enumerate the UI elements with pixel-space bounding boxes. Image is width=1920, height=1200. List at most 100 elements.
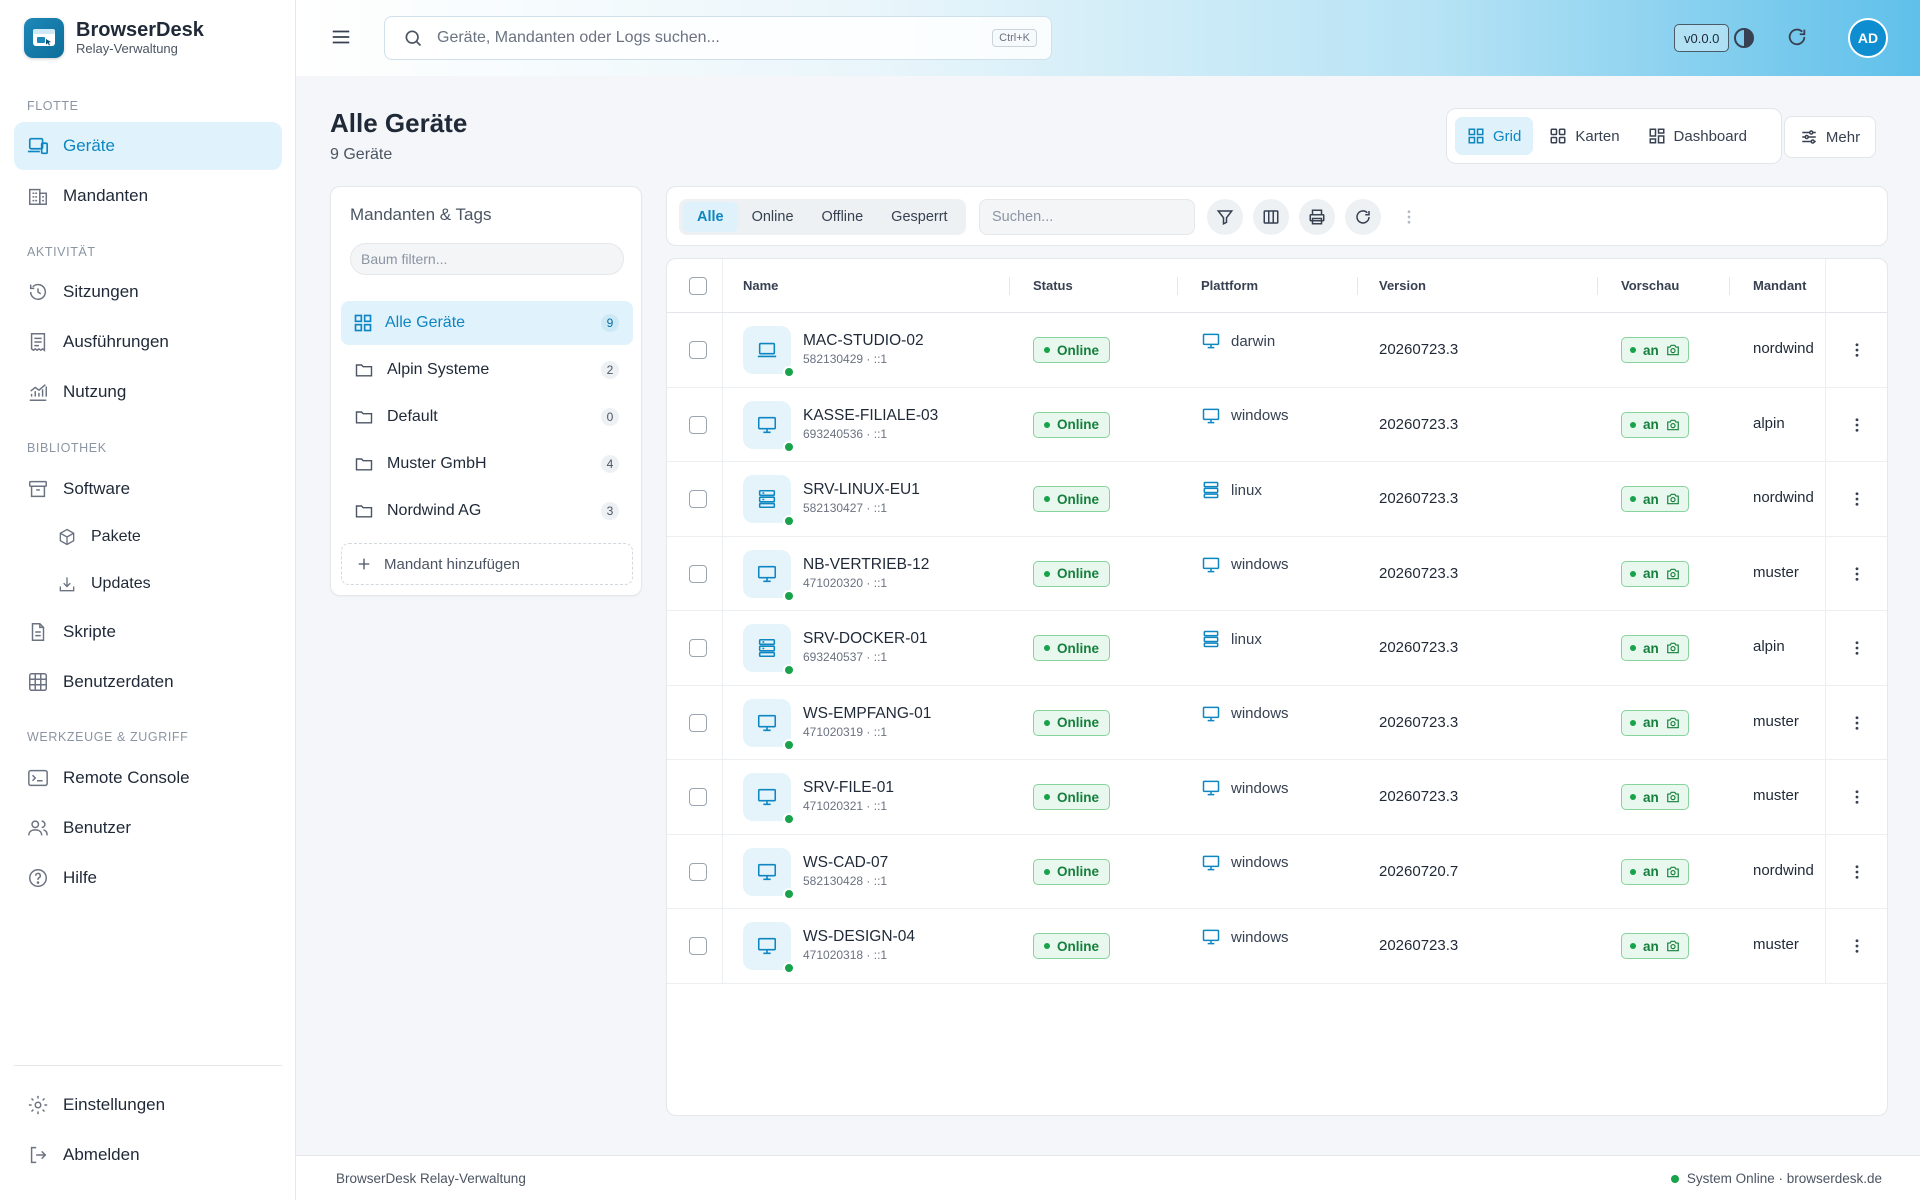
sidebar-item-abmelden[interactable]: Abmelden bbox=[14, 1131, 282, 1179]
sidebar-item-sitzungen[interactable]: Sitzungen bbox=[14, 268, 282, 316]
version-cell: 20260723.3 bbox=[1379, 341, 1459, 359]
sidebar-item-hilfe[interactable]: Hilfe bbox=[14, 854, 282, 902]
kebab-icon bbox=[1855, 567, 1859, 581]
table-row[interactable]: WS-CAD-07 582130428 · ::1 Online windows 202… bbox=[667, 835, 1887, 909]
sidebar-item-mandanten[interactable]: Mandanten bbox=[14, 172, 282, 220]
sidebar-item-updates[interactable]: Updates bbox=[44, 560, 282, 608]
table-row[interactable]: NB-VERTRIEB-12 471020320 · ::1 Online windo… bbox=[667, 537, 1887, 611]
sidebar-item-pakete[interactable]: Pakete bbox=[44, 513, 282, 561]
view-karten-button[interactable]: Karten bbox=[1537, 117, 1631, 155]
row-actions-button[interactable] bbox=[1847, 714, 1867, 732]
device-type-icon bbox=[743, 847, 795, 900]
user-avatar[interactable]: AD bbox=[1848, 18, 1888, 58]
toolbar-more-button[interactable] bbox=[1391, 199, 1427, 235]
device-name[interactable]: SRV-DOCKER-01 bbox=[803, 630, 928, 648]
device-name[interactable]: WS-DESIGN-04 bbox=[803, 928, 915, 946]
device-name[interactable]: NB-VERTRIEB-12 bbox=[803, 556, 929, 574]
filter-tab-online[interactable]: Online bbox=[738, 202, 808, 232]
menu-toggle-button[interactable] bbox=[330, 26, 352, 52]
preview-badge[interactable]: an bbox=[1621, 337, 1689, 364]
tree-item-alpin-systeme[interactable]: Alpin Systeme 2 bbox=[341, 348, 633, 392]
row-checkbox[interactable] bbox=[689, 564, 707, 583]
preview-badge[interactable]: an bbox=[1621, 784, 1689, 811]
column-header-name[interactable]: Name bbox=[743, 278, 778, 293]
preview-badge[interactable]: an bbox=[1621, 486, 1689, 513]
device-name[interactable]: WS-EMPFANG-01 bbox=[803, 705, 931, 723]
column-header-plattform[interactable]: Plattform bbox=[1201, 278, 1258, 293]
device-name[interactable]: SRV-FILE-01 bbox=[803, 779, 894, 797]
preview-badge[interactable]: an bbox=[1621, 411, 1689, 438]
filter-tab-gesperrt[interactable]: Gesperrt bbox=[877, 202, 961, 232]
row-checkbox[interactable] bbox=[689, 937, 707, 956]
preview-badge[interactable]: an bbox=[1621, 560, 1689, 587]
view-grid-button[interactable]: Grid bbox=[1455, 117, 1534, 155]
table-row[interactable]: WS-EMPFANG-01 471020319 · ::1 Online window… bbox=[667, 686, 1887, 760]
global-search[interactable]: Ctrl+K bbox=[384, 16, 1052, 60]
row-actions-button[interactable] bbox=[1847, 416, 1867, 434]
footer-status-text[interactable]: System Online · browserdesk.de bbox=[1687, 1171, 1882, 1186]
table-row[interactable]: MAC-STUDIO-02 582130429 · ::1 Online darwin… bbox=[667, 313, 1887, 388]
preview-badge[interactable]: an bbox=[1621, 858, 1689, 885]
row-checkbox[interactable] bbox=[689, 713, 707, 732]
row-checkbox[interactable] bbox=[689, 490, 707, 509]
columns-button[interactable] bbox=[1253, 199, 1289, 235]
row-checkbox[interactable] bbox=[689, 788, 707, 807]
row-checkbox[interactable] bbox=[689, 341, 707, 360]
theme-toggle-button[interactable] bbox=[1732, 26, 1756, 54]
global-search-input[interactable] bbox=[437, 29, 977, 47]
sidebar-item-benutzerdaten[interactable]: Benutzerdaten bbox=[14, 658, 282, 706]
brand[interactable]: BrowserDesk Relay-Verwaltung bbox=[24, 18, 204, 58]
filter-tab-offline[interactable]: Offline bbox=[808, 202, 878, 232]
row-checkbox[interactable] bbox=[689, 862, 707, 881]
sidebar-item-remote-console[interactable]: Remote Console bbox=[14, 754, 282, 802]
reload-table-button[interactable] bbox=[1345, 199, 1381, 235]
print-button[interactable] bbox=[1299, 199, 1335, 235]
row-actions-button[interactable] bbox=[1847, 565, 1867, 583]
sidebar-item-geraete[interactable]: Geräte bbox=[14, 122, 282, 170]
add-tenant-button[interactable]: Mandant hinzufügen bbox=[341, 543, 633, 585]
column-header-mandant[interactable]: Mandant bbox=[1753, 278, 1806, 293]
sidebar-item-einstellungen[interactable]: Einstellungen bbox=[14, 1081, 282, 1129]
row-actions-button[interactable] bbox=[1847, 937, 1867, 955]
preview-badge[interactable]: an bbox=[1621, 635, 1689, 662]
device-name[interactable]: WS-CAD-07 bbox=[803, 854, 888, 872]
view-dashboard-button[interactable]: Dashboard bbox=[1636, 117, 1759, 155]
row-actions-button[interactable] bbox=[1847, 490, 1867, 508]
sidebar-item-nutzung[interactable]: Nutzung bbox=[14, 368, 282, 416]
filter-tab-alle[interactable]: Alle bbox=[683, 202, 738, 232]
device-name[interactable]: KASSE-FILIALE-03 bbox=[803, 407, 938, 425]
table-row[interactable]: SRV-FILE-01 471020321 · ::1 Online windows 2… bbox=[667, 760, 1887, 835]
table-row[interactable]: SRV-LINUX-EU1 582130427 · ::1 Online linux 2… bbox=[667, 462, 1887, 537]
preview-badge[interactable]: an bbox=[1621, 709, 1689, 736]
tree-item-nordwind-ag[interactable]: Nordwind AG 3 bbox=[341, 489, 633, 533]
row-actions-button[interactable] bbox=[1847, 788, 1867, 806]
device-type-icon bbox=[743, 698, 795, 751]
column-header-vorschau[interactable]: Vorschau bbox=[1621, 278, 1679, 293]
row-checkbox[interactable] bbox=[689, 415, 707, 434]
refresh-button[interactable] bbox=[1786, 26, 1808, 52]
tree-filter-input[interactable] bbox=[350, 243, 624, 275]
tree-item-muster-gmbh[interactable]: Muster GmbH 4 bbox=[341, 442, 633, 486]
tree-item-default[interactable]: Default 0 bbox=[341, 395, 633, 439]
sidebar-item-benutzer[interactable]: Benutzer bbox=[14, 804, 282, 852]
select-all-checkbox[interactable] bbox=[689, 277, 707, 295]
more-options-button[interactable]: Mehr bbox=[1784, 116, 1876, 158]
device-name[interactable]: MAC-STUDIO-02 bbox=[803, 332, 924, 350]
device-name[interactable]: SRV-LINUX-EU1 bbox=[803, 481, 920, 499]
column-header-status[interactable]: Status bbox=[1033, 278, 1073, 293]
table-row[interactable]: KASSE-FILIALE-03 693240536 · ::1 Online win… bbox=[667, 388, 1887, 462]
preview-badge[interactable]: an bbox=[1621, 933, 1689, 960]
tree-item-alle-geraete[interactable]: Alle Geräte 9 bbox=[341, 301, 633, 345]
column-header-version[interactable]: Version bbox=[1379, 278, 1426, 293]
table-row[interactable]: WS-DESIGN-04 471020318 · ::1 Online windows… bbox=[667, 909, 1887, 984]
table-search-input[interactable] bbox=[979, 199, 1195, 235]
sidebar-item-ausfuehrungen[interactable]: Ausführungen bbox=[14, 318, 282, 366]
row-actions-button[interactable] bbox=[1847, 639, 1867, 657]
row-actions-button[interactable] bbox=[1847, 341, 1867, 359]
table-row[interactable]: SRV-DOCKER-01 693240537 · ::1 Online linux 2… bbox=[667, 611, 1887, 686]
filter-button[interactable] bbox=[1207, 199, 1243, 235]
sidebar-item-software[interactable]: Software bbox=[14, 465, 282, 513]
row-actions-button[interactable] bbox=[1847, 863, 1867, 881]
row-checkbox[interactable] bbox=[689, 639, 707, 658]
sidebar-item-skripte[interactable]: Skripte bbox=[14, 608, 282, 656]
